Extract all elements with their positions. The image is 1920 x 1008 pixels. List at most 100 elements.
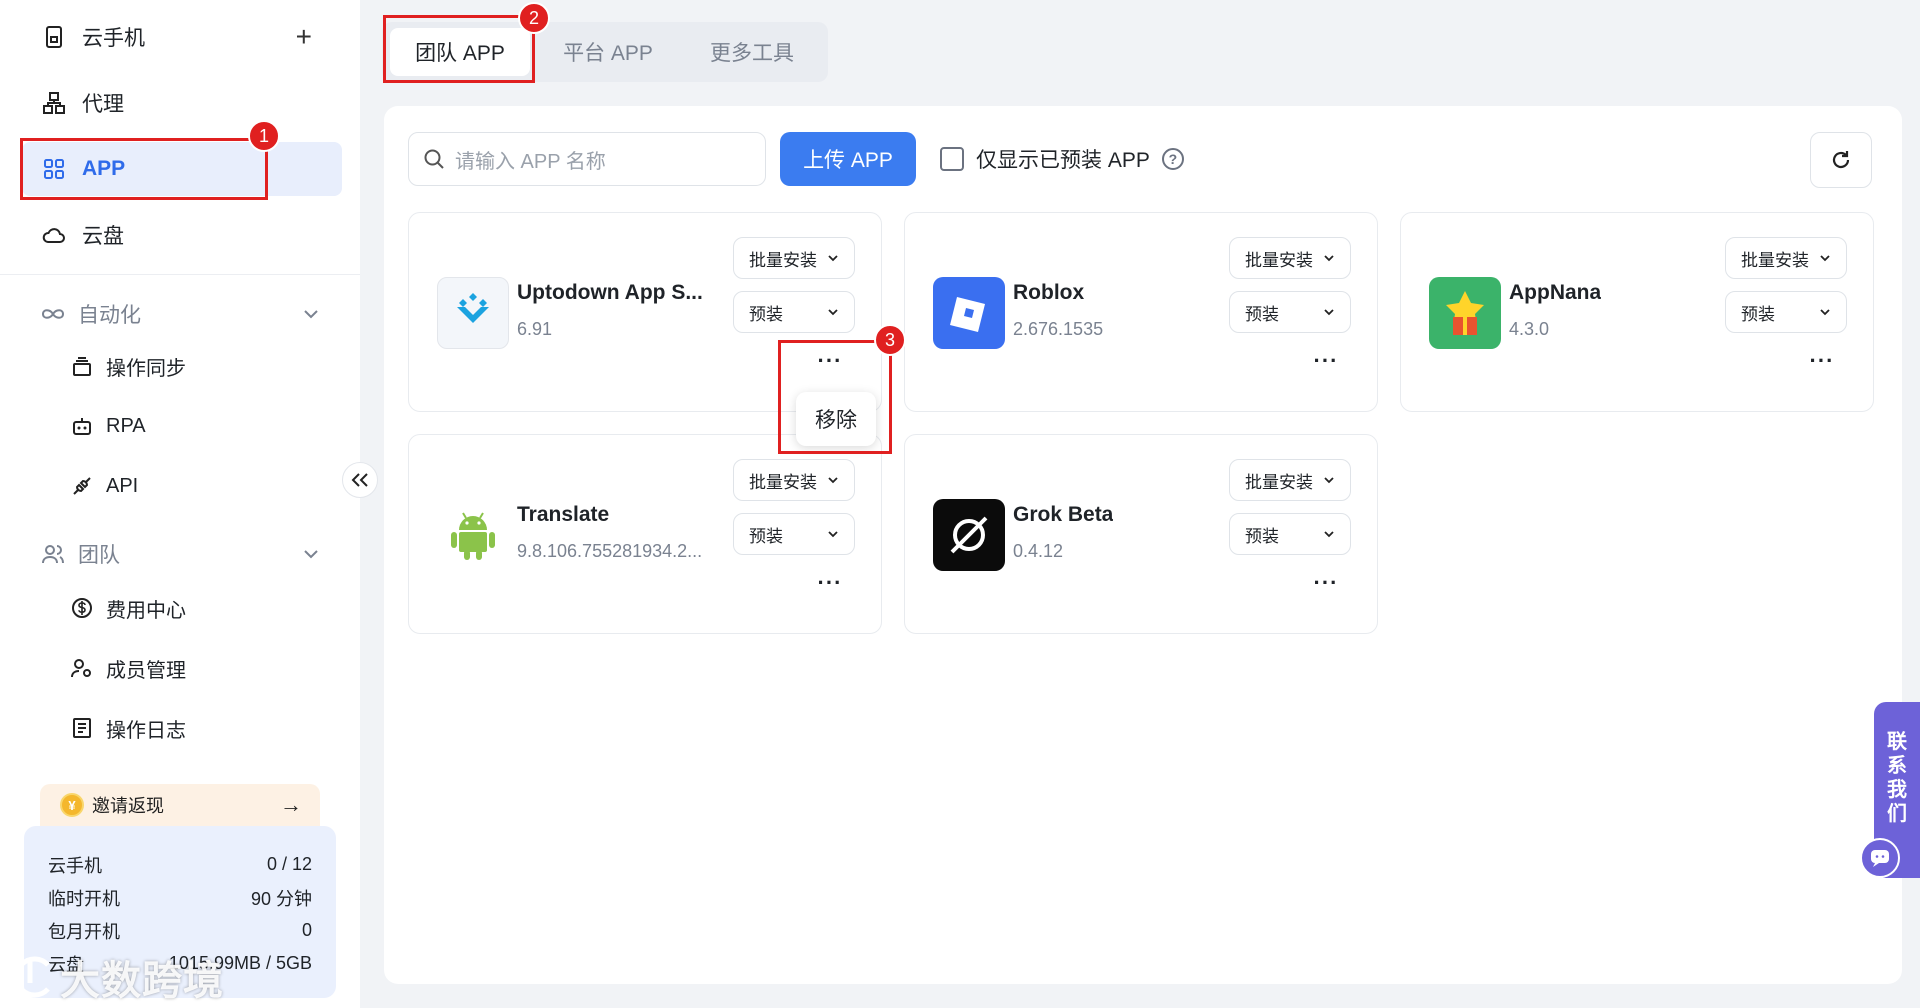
nav-cloud-drive-label: 云盘: [82, 225, 124, 248]
chevron-down-icon: [1323, 476, 1335, 484]
robot-icon: [70, 414, 94, 438]
app-name: Translate: [517, 503, 610, 526]
chevron-down-icon: [1323, 530, 1335, 538]
nav-logs-label: 操作日志: [106, 719, 186, 742]
nav-billing[interactable]: 费用中心: [70, 586, 186, 630]
phone-icon: [40, 23, 68, 51]
nav-cloud-phone[interactable]: 云手机 +: [22, 10, 342, 64]
dollar-icon: [70, 596, 94, 620]
preinstall-label: 预装: [1741, 304, 1775, 324]
quota-label: 临时开机: [48, 888, 120, 909]
more-options-button[interactable]: ···: [1311, 570, 1341, 595]
app-version: 6.91: [517, 319, 553, 339]
group-automation[interactable]: 自动化: [40, 292, 320, 336]
nav-api[interactable]: API: [70, 464, 138, 508]
tab-platform-app[interactable]: 平台 APP: [538, 28, 678, 76]
chevron-down-icon: [302, 542, 320, 566]
nav-members[interactable]: 成员管理: [70, 646, 186, 690]
quota-row: 云手机 0 / 12: [48, 848, 312, 881]
chevron-down-icon: [302, 302, 320, 326]
help-icon[interactable]: ?: [1161, 148, 1184, 170]
app-version: 9.8.106.755281934.2...: [517, 541, 703, 561]
plug-icon: [70, 474, 94, 498]
batch-install-button[interactable]: 批量安装: [733, 459, 855, 501]
preinstall-label: 预装: [749, 304, 783, 324]
batch-install-label: 批量安装: [749, 472, 817, 492]
preinstall-button[interactable]: 预装: [1229, 291, 1351, 333]
quota-row: 包月开机 0: [48, 914, 312, 947]
app-card: Translate 9.8.106.755281934.2... 批量安装 预装…: [408, 434, 882, 634]
more-options-button[interactable]: ···: [815, 570, 845, 595]
preinstalled-filter[interactable]: 仅显示已预装 APP ?: [940, 132, 1184, 186]
batch-install-label: 批量安装: [1245, 472, 1313, 492]
highlight-box: [20, 138, 268, 200]
quota-row: 临时开机 90 分钟: [48, 881, 312, 914]
app-card: Roblox 2.676.1535 批量安装 预装 ···: [904, 212, 1378, 412]
log-icon: [70, 716, 94, 740]
nav-logs[interactable]: 操作日志: [70, 706, 186, 750]
chevron-down-icon: [827, 476, 839, 484]
nav-rpa-label: RPA: [106, 414, 146, 437]
nav-cloud-phone-label: 云手机: [82, 27, 145, 50]
preinstall-button[interactable]: 预装: [733, 513, 855, 555]
nav-sync[interactable]: 操作同步: [70, 344, 186, 388]
invite-banner[interactable]: ¥ 邀请返现 →: [40, 784, 320, 826]
chevron-down-icon: [827, 308, 839, 316]
preinstalled-label: 仅显示已预装 APP: [976, 149, 1150, 172]
tab-more-tools[interactable]: 更多工具: [682, 28, 822, 76]
group-team[interactable]: 团队: [40, 532, 320, 576]
divider: [0, 274, 360, 275]
search-input[interactable]: 请输入 APP 名称: [408, 132, 766, 186]
app-version: 2.676.1535: [1013, 319, 1104, 339]
chevron-down-icon: [1819, 308, 1831, 316]
app-name: AppNana: [1509, 281, 1602, 304]
quota-label: 包月开机: [48, 921, 120, 942]
user-gear-icon: [70, 656, 94, 680]
batch-install-button[interactable]: 批量安装: [733, 237, 855, 279]
batch-install-button[interactable]: 批量安装: [1229, 237, 1351, 279]
batch-install-button[interactable]: 批量安装: [1725, 237, 1847, 279]
cloud-icon: [40, 221, 68, 249]
app-name: Grok Beta: [1013, 503, 1114, 526]
quota-value: 90 分钟: [250, 888, 312, 909]
appnana-icon: [1429, 277, 1501, 349]
refresh-button[interactable]: [1810, 132, 1872, 188]
batch-install-label: 批量安装: [749, 250, 817, 270]
highlight-box: [778, 340, 892, 454]
batch-install-label: 批量安装: [1245, 250, 1313, 270]
collapse-sidebar-button[interactable]: [342, 462, 378, 498]
nav-proxy[interactable]: 代理: [22, 76, 342, 130]
preinstalled-checkbox[interactable]: [940, 147, 964, 171]
nav-proxy-label: 代理: [82, 93, 124, 116]
more-options-button[interactable]: ···: [1311, 348, 1341, 373]
quota-label: 云手机: [48, 855, 102, 876]
roblox-icon: [933, 277, 1005, 349]
add-icon[interactable]: +: [296, 21, 312, 53]
contact-char: 联: [1887, 731, 1907, 753]
batch-install-button[interactable]: 批量安装: [1229, 459, 1351, 501]
app-version: 4.3.0: [1509, 319, 1550, 339]
chevron-down-icon: [827, 530, 839, 538]
upload-app-button[interactable]: 上传 APP: [780, 132, 916, 186]
nav-billing-label: 费用中心: [106, 599, 186, 622]
chat-icon[interactable]: [1860, 838, 1900, 878]
watermark-text: 大数跨境: [60, 959, 224, 1003]
contact-char: 我: [1887, 779, 1907, 801]
group-automation-label: 自动化: [78, 304, 141, 327]
preinstall-button[interactable]: 预装: [1229, 513, 1351, 555]
watermark-logo-icon: [14, 956, 50, 998]
app-card: AppNana 4.3.0 批量安装 预装 ···: [1400, 212, 1874, 412]
preinstall-button[interactable]: 预装: [733, 291, 855, 333]
quota-value: 0: [301, 920, 312, 940]
app-version: 0.4.12: [1013, 541, 1064, 561]
batch-install-label: 批量安装: [1741, 250, 1809, 270]
double-chevron-left-icon: [351, 473, 368, 487]
nav-sync-label: 操作同步: [106, 357, 186, 380]
nav-cloud-drive[interactable]: 云盘: [22, 208, 342, 262]
preinstall-button[interactable]: 预装: [1725, 291, 1847, 333]
nav-rpa[interactable]: RPA: [70, 404, 146, 448]
chevron-down-icon: [1323, 308, 1335, 316]
android-icon: [437, 499, 509, 571]
layers-icon: [70, 354, 94, 378]
more-options-button[interactable]: ···: [1807, 348, 1837, 373]
